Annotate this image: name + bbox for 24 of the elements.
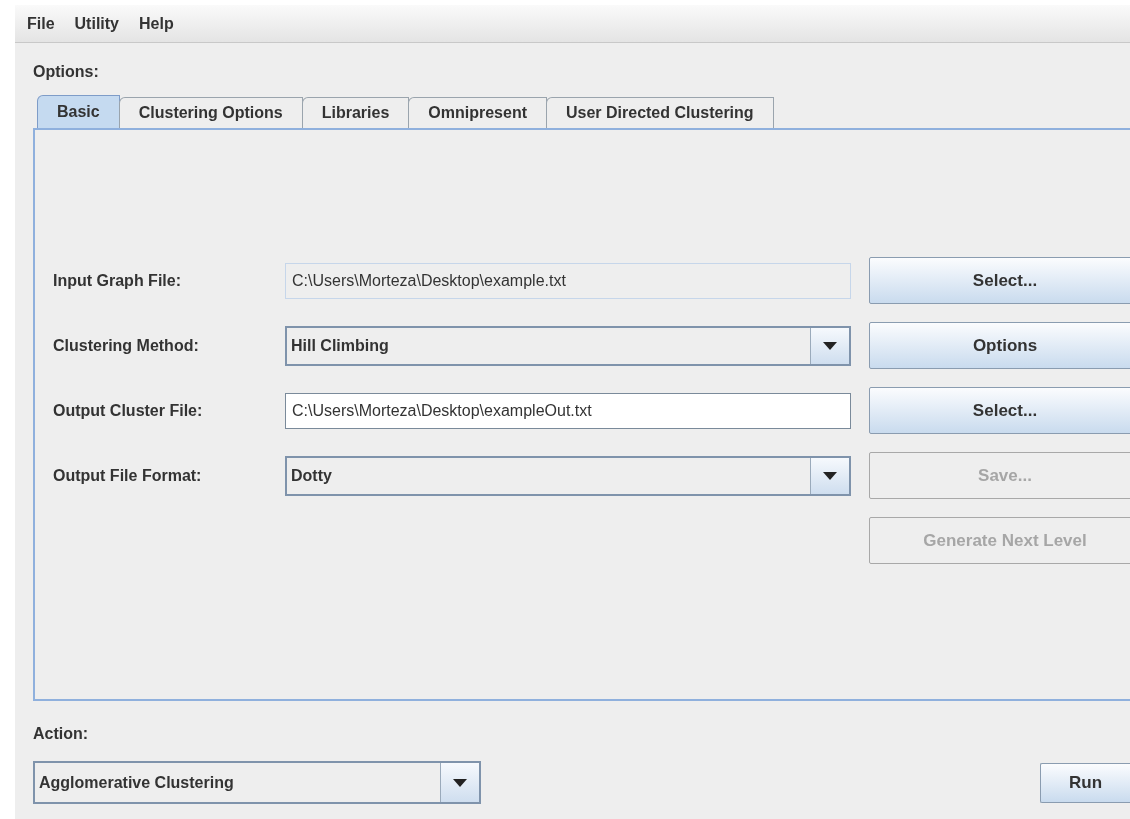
menu-item[interactable]: File — [27, 14, 55, 33]
run-button[interactable]: Run — [1040, 762, 1130, 803]
dropdown-arrow-icon — [823, 341, 837, 350]
row-button[interactable]: Select... — [869, 387, 1130, 434]
tab[interactable]: User Directed Clustering — [546, 97, 774, 128]
menu-item[interactable]: Utility — [74, 14, 119, 33]
dropdown-arrow-icon — [453, 778, 467, 787]
row-button[interactable]: Select... — [869, 257, 1130, 304]
field-label: Output File Format: — [53, 466, 202, 485]
field-label: Clustering Method: — [53, 336, 199, 355]
file-path-field[interactable]: C:\Users\Morteza\Desktop\example.txt — [285, 262, 851, 299]
dropdown-arrow-icon — [823, 471, 837, 480]
dropdown[interactable]: Hill Climbing — [285, 325, 851, 366]
dropdown[interactable]: Dotty — [285, 455, 851, 496]
section-label: Options: — [33, 63, 100, 81]
tab[interactable]: Clustering Options — [118, 97, 303, 128]
field-label: Output Cluster File: — [53, 401, 203, 420]
field-label: Input Graph File: — [53, 271, 181, 290]
file-path-field[interactable]: C:\Users\Morteza\Desktop\exampleOut.txt — [285, 392, 851, 429]
section-label: Action: — [33, 725, 90, 743]
menu-item[interactable]: Help — [139, 14, 174, 33]
action-dropdown[interactable]: Agglomerative Clustering — [33, 761, 481, 804]
row-button[interactable]: Options — [869, 322, 1130, 369]
tab[interactable]: Basic — [37, 95, 120, 128]
